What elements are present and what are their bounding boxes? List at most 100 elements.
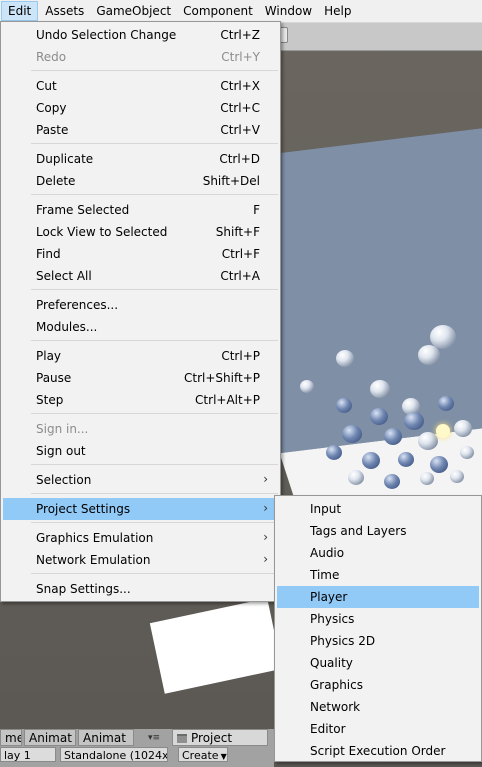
tab-animation[interactable]: Animat [24, 729, 76, 746]
menu-item-label: Copy [36, 101, 67, 115]
sphere [370, 380, 390, 398]
menu-item-selection[interactable]: Selection › [3, 469, 278, 491]
menu-item-label: Duplicate [36, 152, 94, 166]
menu-separator [31, 493, 278, 494]
menu-item-network-emulation[interactable]: Network Emulation › [3, 549, 278, 571]
tab-project[interactable]: Project [172, 729, 268, 746]
display-dropdown[interactable]: lay 1 [0, 747, 56, 762]
sphere [362, 452, 380, 469]
sphere [430, 456, 448, 473]
tab-animator[interactable]: Animat [78, 729, 134, 746]
menu-item-play[interactable]: Play Ctrl+P [3, 345, 278, 367]
menu-gameobject[interactable]: GameObject [90, 1, 177, 21]
menu-item-project-settings[interactable]: Project Settings › [3, 498, 278, 520]
submenu-item-tags-and-layers[interactable]: Tags and Layers [277, 520, 479, 542]
resolution-dropdown[interactable]: Standalone (1024x7 [60, 747, 168, 762]
menu-item-select-all[interactable]: Select All Ctrl+A [3, 265, 278, 287]
menu-item-label: Pause [36, 371, 72, 385]
menu-item-sign-out[interactable]: Sign out [3, 440, 278, 462]
menu-item-shortcut: Ctrl+Shift+P [184, 371, 260, 385]
sphere [300, 380, 314, 393]
menu-item-modules[interactable]: Modules... [3, 316, 278, 338]
sphere [398, 452, 414, 467]
sun-icon[interactable] [436, 424, 450, 438]
sphere [404, 412, 424, 430]
menu-item-frame-selected[interactable]: Frame Selected F [3, 199, 278, 221]
menu-separator [31, 289, 278, 290]
menu-item-copy[interactable]: Copy Ctrl+C [3, 97, 278, 119]
menu-item-snap-settings[interactable]: Snap Settings... [3, 578, 278, 600]
submenu-item-physics[interactable]: Physics [277, 608, 479, 630]
menu-item-sign-in: Sign in... [3, 418, 278, 440]
menu-bar: Edit Assets GameObject Component Window … [0, 0, 482, 23]
sphere [336, 350, 354, 367]
submenu-item-time[interactable]: Time [277, 564, 479, 586]
sphere [460, 446, 474, 459]
menu-item-label: Selection [36, 473, 92, 487]
submenu-item-label: Tags and Layers [310, 524, 407, 538]
submenu-item-player[interactable]: Player [277, 586, 479, 608]
menu-item-shortcut: Ctrl+Y [221, 50, 260, 64]
menu-item-label: Sign in... [36, 422, 89, 436]
menu-separator [31, 413, 278, 414]
menu-separator [31, 464, 278, 465]
menu-item-undo[interactable]: Undo Selection Change Ctrl+Z [3, 24, 278, 46]
menu-assets[interactable]: Assets [39, 1, 90, 21]
menu-item-graphics-emulation[interactable]: Graphics Emulation › [3, 527, 278, 549]
menu-item-label: Step [36, 393, 64, 407]
menu-item-label: Paste [36, 123, 69, 137]
menu-separator [31, 70, 278, 71]
menu-help[interactable]: Help [318, 1, 357, 21]
submenu-item-label: Player [310, 590, 348, 604]
menu-item-find[interactable]: Find Ctrl+F [3, 243, 278, 265]
menu-component[interactable]: Component [177, 1, 259, 21]
menu-item-delete[interactable]: Delete Shift+Del [3, 170, 278, 192]
menu-item-pause[interactable]: Pause Ctrl+Shift+P [3, 367, 278, 389]
submenu-item-script-execution-order[interactable]: Script Execution Order [277, 740, 479, 762]
menu-item-label: Redo [36, 50, 67, 64]
menu-separator [31, 522, 278, 523]
menu-window[interactable]: Window [259, 1, 318, 21]
menu-item-shortcut: Ctrl+F [221, 247, 260, 261]
menu-item-duplicate[interactable]: Duplicate Ctrl+D [3, 148, 278, 170]
menu-item-shortcut: Ctrl+Z [220, 28, 260, 42]
menu-item-label: Undo Selection Change [36, 28, 177, 42]
submenu-item-graphics[interactable]: Graphics [277, 674, 479, 696]
submenu-item-label: Physics [310, 612, 355, 626]
menu-item-label: Preferences... [36, 298, 119, 312]
edit-menu-dropdown: Undo Selection Change Ctrl+Z Redo Ctrl+Y… [0, 21, 281, 602]
menu-item-label: Snap Settings... [36, 582, 131, 596]
chevron-right-icon: › [263, 530, 268, 544]
submenu-item-network[interactable]: Network [277, 696, 479, 718]
menu-item-shortcut: Shift+Del [202, 174, 260, 188]
chevron-right-icon: › [263, 552, 268, 566]
submenu-item-physics-2d[interactable]: Physics 2D [277, 630, 479, 652]
tab-project-label: Project [191, 731, 233, 745]
tab-game[interactable]: me [0, 729, 22, 746]
menu-item-label: Project Settings [36, 502, 131, 516]
menu-edit[interactable]: Edit [1, 1, 39, 21]
menu-item-paste[interactable]: Paste Ctrl+V [3, 119, 278, 141]
tab-menu-icon[interactable]: ▾≡ [148, 733, 160, 743]
menu-item-label: Modules... [36, 320, 98, 334]
menu-item-label: Select All [36, 269, 92, 283]
menu-item-step[interactable]: Step Ctrl+Alt+P [3, 389, 278, 411]
menu-item-preferences[interactable]: Preferences... [3, 294, 278, 316]
create-button[interactable]: Create ▼ [178, 747, 228, 762]
menu-item-cut[interactable]: Cut Ctrl+X [3, 75, 278, 97]
menu-item-label: Sign out [36, 444, 86, 458]
menu-separator [31, 143, 278, 144]
menu-item-label: Cut [36, 79, 57, 93]
submenu-item-input[interactable]: Input [277, 498, 479, 520]
chevron-right-icon: › [263, 501, 268, 515]
menu-item-shortcut: Ctrl+Alt+P [195, 393, 260, 407]
submenu-item-audio[interactable]: Audio [277, 542, 479, 564]
sphere [348, 470, 364, 485]
submenu-item-quality[interactable]: Quality [277, 652, 479, 674]
chevron-right-icon: › [263, 472, 268, 486]
menu-item-lock-view[interactable]: Lock View to Selected Shift+F [3, 221, 278, 243]
submenu-item-label: Graphics [310, 678, 363, 692]
menu-item-shortcut: Ctrl+P [221, 349, 260, 363]
submenu-item-editor[interactable]: Editor [277, 718, 479, 740]
menu-item-redo: Redo Ctrl+Y [3, 46, 278, 68]
